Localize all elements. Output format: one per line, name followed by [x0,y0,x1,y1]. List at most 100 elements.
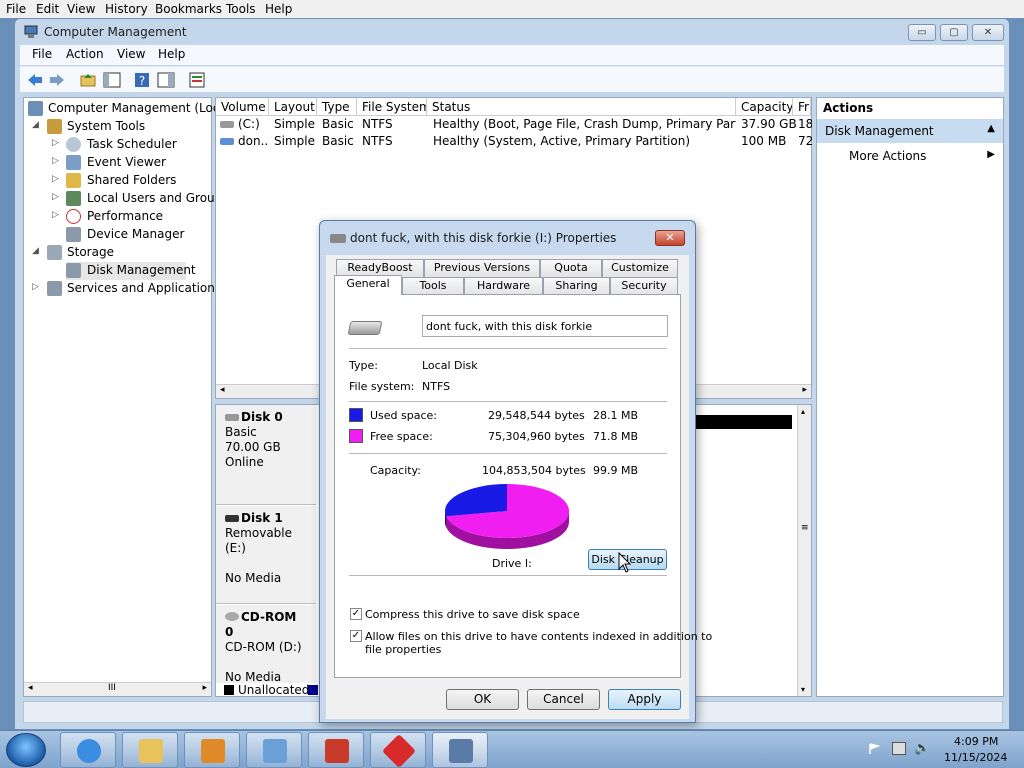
expand-arrow-icon[interactable]: ▷ [32,282,39,292]
disk-status: Online [225,455,264,469]
used-space-swatch [349,408,363,422]
tree-item-disk-management[interactable]: Disk Management [66,262,196,280]
cancel-button[interactable]: Cancel [527,689,600,710]
disk-vertical-scrollbar[interactable]: ▴ ≡ ▾ [797,405,811,696]
tree-label: System Tools [67,119,146,133]
scroll-down-arrow-icon[interactable]: ▾ [801,685,805,694]
tab-quota[interactable]: Quota [540,259,602,277]
compress-checkbox[interactable]: ✓ [350,608,362,620]
expand-arrow-icon[interactable]: ▷ [52,138,59,148]
expand-arrow-icon[interactable]: ▷ [52,192,59,202]
scroll-left-arrow-icon[interactable]: ◂ [220,385,225,395]
scroll-thumb-grip[interactable]: III [108,683,116,693]
internet-explorer-icon [77,739,101,763]
menu-view[interactable]: View [117,47,145,61]
taskbar-app-red[interactable] [370,732,426,768]
expand-arrow-icon[interactable]: ▷ [52,174,59,184]
actions-section-disk-management[interactable]: Disk Management ▲ [817,119,1003,143]
drive-label-input[interactable] [422,315,668,337]
ok-button[interactable]: OK [446,689,519,710]
collapse-up-icon[interactable]: ▲ [987,123,995,134]
cell-volume: (C:) [238,117,260,131]
clock-time[interactable]: 4:09 PM [954,735,998,748]
column-header-layout[interactable]: Layout [269,98,317,116]
device-manager-icon [66,227,81,242]
forward-arrow-icon[interactable] [48,71,66,89]
minimize-button[interactable]: ▭ [908,24,936,41]
disk-0-block[interactable]: Disk 0 Basic 70.00 GB Online [216,405,316,505]
tab-previous-versions[interactable]: Previous Versions [424,259,540,277]
tab-hardware[interactable]: Hardware [464,277,543,295]
bg-menu-edit[interactable]: Edit [36,2,59,16]
cdrom-0-block[interactable]: CD-ROM 0 CD-ROM (D:) No Media [216,605,316,684]
shared-folder-icon [66,173,81,188]
tab-customize[interactable]: Customize [602,259,678,277]
help-icon[interactable]: ? [133,71,151,89]
actions-header: Actions [817,98,1003,118]
taskbar-toolbox[interactable] [308,732,364,768]
title-bar[interactable]: Computer Management ▭ ▢ ✕ [15,19,1009,45]
scroll-right-arrow-icon[interactable]: ▸ [802,385,807,395]
submenu-arrow-icon[interactable]: ▶ [987,149,995,160]
tree-horizontal-scrollbar[interactable]: ◂ III ▸ [24,682,211,696]
bg-menu-help[interactable]: Help [265,2,292,16]
background-app-menu: File Edit View History Bookmarks Tools H… [0,0,1024,18]
maximize-button[interactable]: ▢ [940,24,968,41]
disk-type: CD-ROM (D:) [225,640,302,654]
tab-security[interactable]: Security [610,277,678,295]
tab-general[interactable]: General [334,275,402,295]
bg-menu-bookmarks[interactable]: Bookmarks [155,2,222,16]
capacity-mb: 99.9 MB [593,464,639,477]
start-button[interactable] [6,733,46,767]
tab-tools[interactable]: Tools [402,277,464,295]
tab-sharing[interactable]: Sharing [543,277,610,295]
bg-menu-file[interactable]: File [6,2,26,16]
expand-arrow-icon[interactable]: ▷ [52,156,59,166]
dialog-close-button[interactable]: ✕ [655,230,685,246]
scroll-up-arrow-icon[interactable]: ▴ [801,407,805,416]
used-space-bytes: 29,548,544 bytes [488,409,585,422]
clock-date[interactable]: 11/15/2024 [944,751,1007,764]
tree-label: Services and Applications [67,281,222,295]
action-center-flag-icon[interactable] [868,743,880,755]
menu-file[interactable]: File [32,47,52,61]
disk-size: 70.00 GB [225,440,281,454]
menu-action[interactable]: Action [66,47,104,61]
column-header-volume[interactable]: Volume [216,98,269,116]
more-actions-item[interactable]: More Actions [849,149,926,163]
column-header-type[interactable]: Type [317,98,357,116]
taskbar-computer-management[interactable] [432,732,488,768]
column-header-file-system[interactable]: File System [357,98,427,116]
show-hide-action-pane-icon[interactable] [157,71,175,89]
scroll-left-arrow-icon[interactable]: ◂ [28,683,33,693]
column-header-capacity[interactable]: Capacity [736,98,793,116]
back-arrow-icon[interactable] [26,71,44,89]
collapse-arrow-icon[interactable]: ◢ [32,120,39,130]
close-button[interactable]: ✕ [972,24,1004,41]
tree-label: Computer Management (Local [48,101,231,115]
volume-muted-icon[interactable]: 🔈 [914,741,930,756]
network-icon[interactable] [892,742,906,755]
menu-help[interactable]: Help [158,47,185,61]
expand-arrow-icon[interactable]: ▷ [52,210,59,220]
bg-menu-view[interactable]: View [67,2,95,16]
taskbar-media-player[interactable] [184,732,240,768]
taskbar-internet-explorer[interactable] [60,732,116,768]
column-header-free[interactable]: Fr [793,98,811,116]
properties-icon[interactable] [188,71,206,89]
taskbar-control-panel[interactable] [246,732,302,768]
bg-menu-history[interactable]: History [105,2,148,16]
show-hide-console-tree-icon[interactable] [103,71,121,89]
bg-menu-tools[interactable]: Tools [226,2,256,16]
column-header-status[interactable]: Status [427,98,736,116]
apply-button[interactable]: Apply [608,689,681,710]
index-checkbox[interactable]: ✓ [350,630,362,642]
collapse-arrow-icon[interactable]: ◢ [32,246,39,256]
type-value: Local Disk [422,359,478,372]
scroll-thumb-grip[interactable]: ≡ [801,523,809,533]
up-folder-icon[interactable] [79,71,97,89]
taskbar-file-explorer[interactable] [122,732,178,768]
disk-1-block[interactable]: Disk 1 Removable (E:) No Media [216,506,316,604]
disk-0-partition-bar[interactable] [696,415,792,429]
scroll-right-arrow-icon[interactable]: ▸ [202,683,207,693]
